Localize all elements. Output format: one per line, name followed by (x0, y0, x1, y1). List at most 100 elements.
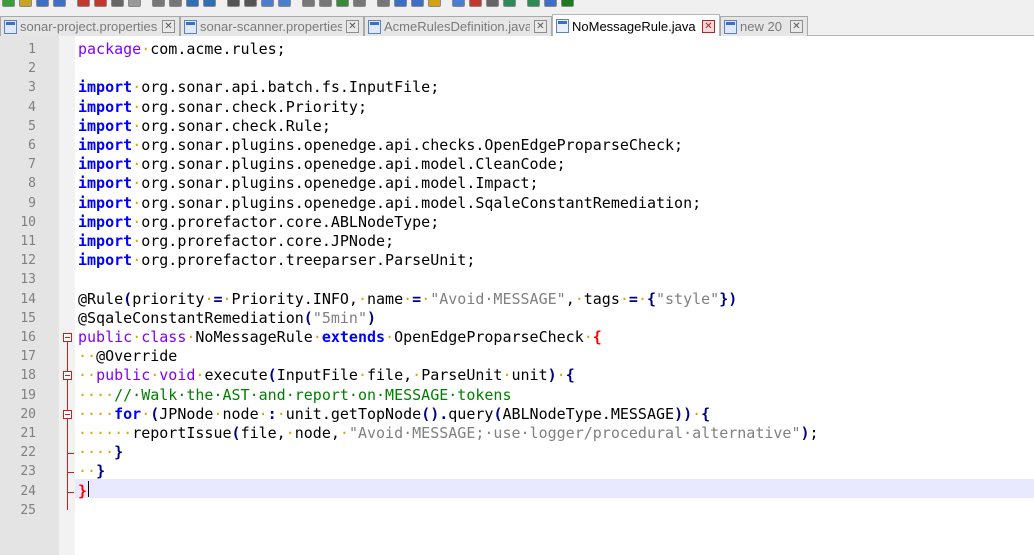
close-tab-icon[interactable]: ✕ (702, 19, 715, 33)
line-number: 4 (28, 99, 36, 115)
close-tab-icon[interactable]: ✕ (534, 20, 547, 33)
code-token: void (159, 366, 196, 385)
tab-sonar-scanner-properties[interactable]: sonar-scanner.properties ✕ (180, 16, 364, 36)
spellcheck-icon[interactable] (561, 0, 574, 7)
monitor-icon[interactable] (452, 0, 465, 7)
code-token: file, (367, 366, 413, 385)
line-number: 18 (20, 368, 36, 384)
replace-icon[interactable] (244, 0, 257, 7)
zoom-out-icon[interactable] (278, 0, 291, 7)
line-number: 5 (28, 118, 36, 134)
function-list-icon[interactable] (411, 0, 424, 7)
zoom-in-icon[interactable] (261, 0, 274, 7)
code-token: org.sonar.plugins.openedge.api.model.Sqa… (141, 193, 702, 212)
line-number: 1 (28, 42, 36, 57)
whitespace-marker: · (357, 289, 367, 308)
tab-sonar-project-properties[interactable]: sonar-project.properties ✕ (0, 16, 180, 36)
close-tab-icon[interactable]: ✕ (162, 20, 175, 33)
code-token: ) (800, 424, 810, 442)
code-token: = (213, 289, 223, 308)
redo-icon[interactable] (203, 0, 216, 7)
cut-icon[interactable] (128, 0, 141, 7)
print-icon[interactable] (111, 0, 124, 7)
paste-icon[interactable] (169, 0, 182, 7)
new-file-icon[interactable] (2, 0, 15, 7)
code-token: = (412, 289, 422, 308)
tab-new-20[interactable]: new 20 ✕ (720, 16, 808, 36)
whitespace-marker: · (132, 328, 142, 346)
show-all-chars-icon[interactable] (353, 0, 366, 7)
code-line: import·org.sonar.plugins.openedge.api.mo… (78, 174, 539, 193)
fold-end-marker (67, 472, 74, 474)
tab-nomessagerule-java[interactable]: NoMessageRule.java ✕ (552, 14, 720, 37)
wrap-icon[interactable] (319, 0, 332, 7)
code-token: import (78, 97, 133, 116)
save-all-icon[interactable] (53, 0, 66, 7)
tab-acmerulesdefinition-java[interactable]: AcmeRulesDefinition.java ✕ (364, 16, 552, 36)
code-token: priority (132, 289, 205, 308)
code-token: query (448, 404, 494, 423)
close-icon[interactable] (77, 0, 90, 7)
line-number: 24 (20, 483, 36, 499)
find-icon[interactable] (227, 0, 240, 7)
doc-map-icon[interactable] (394, 0, 407, 7)
undo-icon[interactable] (186, 0, 199, 7)
code-line: package·com.acme.rules; (78, 40, 286, 59)
run-macro-icon[interactable] (527, 0, 540, 7)
save-macro-icon[interactable] (544, 0, 557, 7)
whitespace-marker: · (339, 424, 349, 442)
indent-guide-icon[interactable] (336, 0, 349, 7)
code-token: import (78, 212, 133, 231)
whitespace-marker: · (132, 212, 142, 231)
copy-icon[interactable] (152, 0, 165, 7)
line-number: 21 (20, 426, 36, 441)
whitespace-marker: ······ (78, 424, 133, 442)
collapse-fold-icon[interactable] (63, 409, 72, 419)
open-file-icon[interactable] (19, 0, 32, 7)
code-line: ······reportIssue(file,·node,·"Avoid·MES… (78, 424, 819, 443)
code-line: import·org.prorefactor.core.ABLNodeType; (78, 213, 439, 232)
close-tab-icon[interactable]: ✕ (346, 20, 359, 33)
code-token: import (78, 193, 133, 212)
fold-all-icon[interactable] (377, 0, 390, 7)
code-token: OpenEdgeProparseCheck (394, 328, 584, 346)
tab-label: AcmeRulesDefinition.java (384, 19, 530, 34)
code-line: import·org.sonar.check.Priority; (78, 98, 367, 117)
code-token: @Override (96, 347, 178, 366)
whitespace-marker: · (132, 174, 142, 193)
line-number: 15 (20, 310, 36, 326)
collapse-fold-icon[interactable] (63, 333, 72, 342)
folder-icon[interactable] (428, 0, 441, 7)
save-icon[interactable] (36, 0, 49, 7)
record-macro-icon[interactable] (469, 0, 482, 7)
close-tab-icon[interactable]: ✕ (790, 20, 803, 33)
whitespace-marker: · (213, 404, 223, 423)
sync-icon[interactable] (302, 0, 315, 7)
code-token: { (592, 328, 602, 346)
whitespace-marker: · (412, 366, 422, 385)
file-icon (184, 19, 197, 34)
line-number: 13 (20, 272, 36, 288)
whitespace-marker: · (574, 289, 584, 308)
code-token: ( (231, 424, 241, 442)
line-number: 16 (20, 330, 36, 345)
whitespace-marker: · (403, 289, 413, 308)
code-line: ··} (78, 462, 105, 481)
stop-macro-icon[interactable] (486, 0, 499, 7)
fold-end-marker (67, 453, 74, 455)
close-all-icon[interactable] (94, 0, 107, 7)
code-token: , (565, 289, 575, 308)
play-macro-icon[interactable] (503, 0, 516, 7)
code-line: @Rule(priority·=·Priority.INFO,·name·=·"… (78, 290, 737, 309)
code-editor[interactable]: 1 2 3 4 5 6 7 8 9 10 11 12 13 14 15 16 17 18 19 20 21 22 23 24 2… (0, 36, 1034, 555)
code-token: extends (321, 328, 386, 346)
code-line: import·org.sonar.check.Rule; (78, 117, 331, 136)
code-token: @Rule (78, 289, 124, 308)
code-line: import·org.sonar.plugins.openedge.api.mo… (78, 194, 701, 213)
code-token: ) (547, 366, 557, 385)
whitespace-marker: · (132, 155, 142, 174)
code-token: class (141, 328, 187, 346)
code-token: @SqaleConstantRemediation (78, 308, 304, 327)
collapse-fold-icon[interactable] (63, 371, 72, 381)
code-token: org.sonar.check.Priority; (141, 97, 367, 116)
